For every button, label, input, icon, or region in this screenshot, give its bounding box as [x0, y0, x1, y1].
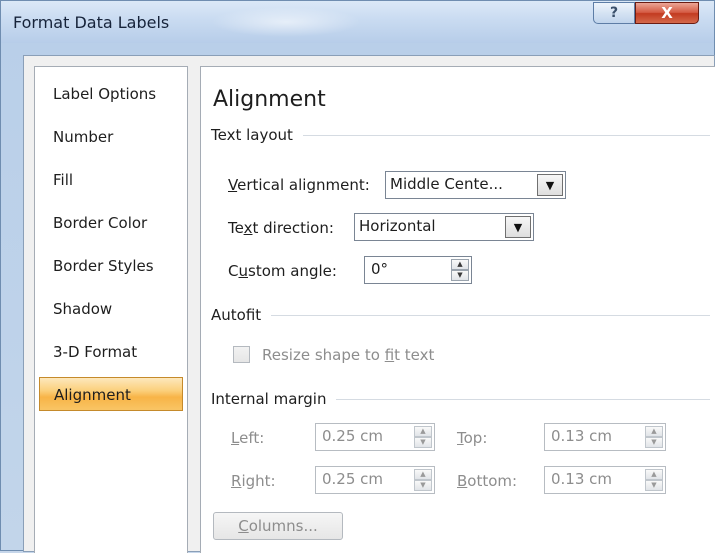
right-margin-label: Right:	[231, 472, 276, 490]
custom-angle-spinner[interactable]: 0° ▲ ▼	[364, 256, 472, 284]
spin-buttons: ▲ ▼	[414, 426, 432, 448]
label-text: stom angle:	[248, 262, 337, 280]
label-text: t direction:	[252, 219, 334, 237]
spin-down-icon[interactable]: ▼	[645, 437, 663, 448]
spin-up-icon[interactable]: ▲	[414, 426, 432, 437]
vertical-alignment-label: Vertical alignment:	[228, 176, 370, 194]
window-title: Format Data Labels	[13, 13, 170, 32]
group-divider	[336, 398, 710, 400]
group-title: Internal margin	[211, 390, 327, 408]
spin-buttons: ▲ ▼	[645, 426, 663, 448]
label-text: op:	[463, 429, 488, 447]
bottom-margin-label: Bottom:	[457, 472, 517, 490]
autofit-group-header: Autofit	[211, 305, 710, 325]
nav-item-label: Label Options	[53, 85, 157, 103]
accel-key: C	[238, 517, 249, 535]
nav-item-3d-format[interactable]: 3-D Format	[39, 335, 183, 369]
nav-item-border-color[interactable]: Border Color	[39, 206, 183, 240]
help-icon: ?	[609, 5, 619, 21]
chevron-down-icon[interactable]: ▼	[537, 174, 563, 196]
close-icon: X	[661, 4, 673, 22]
nav-item-label: Fill	[53, 171, 74, 189]
label-text: it text	[394, 346, 435, 364]
label-text: ottom:	[467, 472, 518, 490]
label-text: ertical alignment:	[237, 176, 370, 194]
bottom-margin-spinner[interactable]: 0.13 cm ▲ ▼	[544, 466, 666, 494]
spin-buttons: ▲ ▼	[451, 259, 469, 281]
alignment-panel: Alignment Text layout Vertical alignment…	[200, 66, 715, 553]
title-bar-glow	[211, 7, 361, 37]
top-margin-label: Top:	[457, 429, 487, 447]
right-margin-spinner[interactable]: 0.25 cm ▲ ▼	[315, 466, 435, 494]
nav-item-alignment[interactable]: Alignment	[39, 377, 183, 411]
dialog-body: Label Options Number Fill Border Color B…	[23, 55, 715, 553]
help-button[interactable]: ?	[593, 2, 635, 24]
nav-item-border-styles[interactable]: Border Styles	[39, 249, 183, 283]
resize-shape-label: Resize shape to fit text	[262, 346, 434, 364]
dropdown-value: Horizontal	[359, 217, 436, 235]
custom-angle-label: Custom angle:	[228, 262, 337, 280]
close-button[interactable]: X	[635, 2, 699, 24]
internal-margin-group-header: Internal margin	[211, 389, 710, 409]
spinner-value: 0.13 cm	[551, 470, 613, 488]
left-margin-label: Left:	[231, 429, 264, 447]
accel-key: L	[231, 429, 240, 447]
text-direction-dropdown[interactable]: Horizontal ▼	[354, 213, 534, 241]
format-data-labels-dialog: Format Data Labels ? X Label Options Num…	[0, 0, 715, 553]
spinner-value: 0.25 cm	[322, 470, 384, 488]
spinner-value: 0°	[371, 260, 389, 278]
dropdown-value: Middle Cente...	[390, 175, 503, 193]
accel-key: f	[384, 346, 395, 364]
accel-key: V	[228, 176, 238, 194]
chevron-down-icon[interactable]: ▼	[505, 216, 531, 238]
label-text: C	[228, 262, 239, 280]
spin-up-icon[interactable]: ▲	[451, 259, 469, 270]
accel-key: R	[231, 472, 242, 490]
resize-shape-checkbox[interactable]	[233, 346, 250, 363]
nav-item-label: Number	[53, 128, 114, 146]
spin-up-icon[interactable]: ▲	[645, 426, 663, 437]
label-text: Te	[228, 219, 244, 237]
spin-buttons: ▲ ▼	[414, 469, 432, 491]
spin-up-icon[interactable]: ▲	[414, 469, 432, 480]
spin-down-icon[interactable]: ▼	[645, 480, 663, 491]
nav-item-shadow[interactable]: Shadow	[39, 292, 183, 326]
label-text: eft:	[239, 429, 265, 447]
label-text: Resize shape to	[262, 346, 385, 364]
group-title: Autofit	[211, 306, 262, 324]
left-margin-spinner[interactable]: 0.25 cm ▲ ▼	[315, 423, 435, 451]
spinner-value: 0.25 cm	[322, 427, 384, 445]
category-list: Label Options Number Fill Border Color B…	[34, 66, 188, 553]
top-margin-spinner[interactable]: 0.13 cm ▲ ▼	[544, 423, 666, 451]
columns-button[interactable]: Columns...	[213, 512, 343, 540]
nav-item-label: Border Styles	[53, 257, 154, 275]
text-layout-group-header: Text layout	[211, 125, 710, 145]
group-divider	[271, 314, 710, 316]
group-divider	[302, 134, 710, 136]
group-title: Text layout	[211, 126, 293, 144]
title-bar[interactable]: Format Data Labels ? X	[1, 1, 714, 43]
spin-down-icon[interactable]: ▼	[451, 270, 469, 281]
text-direction-label: Text direction:	[228, 219, 334, 237]
accel-key: T	[457, 429, 464, 447]
spin-down-icon[interactable]: ▼	[414, 437, 432, 448]
nav-item-label-options[interactable]: Label Options	[39, 77, 183, 111]
page-title: Alignment	[213, 87, 326, 112]
nav-item-label: 3-D Format	[53, 343, 138, 361]
spin-down-icon[interactable]: ▼	[414, 480, 432, 491]
vertical-alignment-dropdown[interactable]: Middle Cente... ▼	[385, 171, 566, 199]
spin-buttons: ▲ ▼	[645, 469, 663, 491]
nav-item-number[interactable]: Number	[39, 120, 183, 154]
accel-key: B	[457, 472, 468, 490]
label-text: ight:	[241, 472, 276, 490]
nav-item-label: Border Color	[53, 214, 148, 232]
spin-up-icon[interactable]: ▲	[645, 469, 663, 480]
nav-item-label: Alignment	[54, 386, 131, 404]
accel-key: u	[238, 262, 248, 280]
button-label: olumns...	[248, 517, 318, 535]
nav-item-label: Shadow	[53, 300, 113, 318]
nav-item-fill[interactable]: Fill	[39, 163, 183, 197]
spinner-value: 0.13 cm	[551, 427, 613, 445]
